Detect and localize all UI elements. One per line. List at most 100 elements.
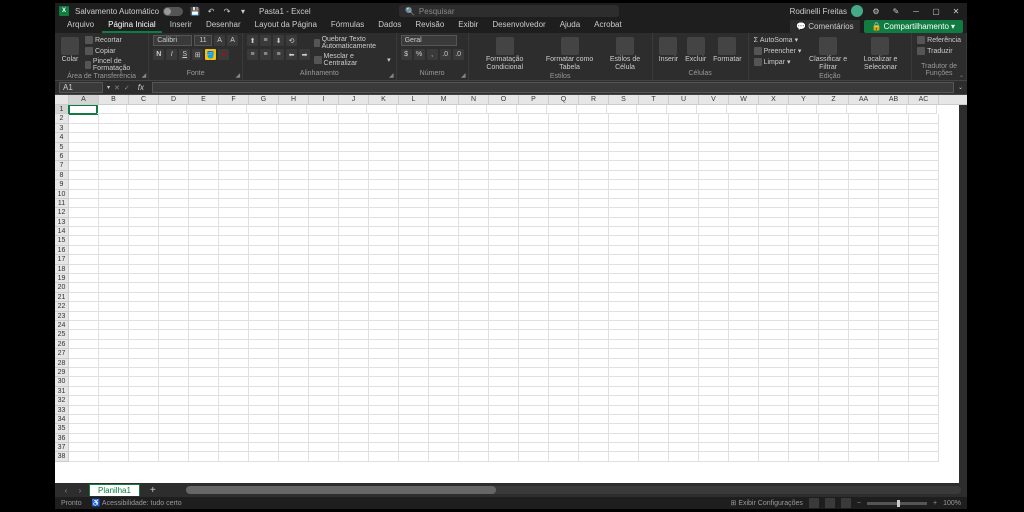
cell[interactable] — [339, 208, 369, 217]
cell[interactable] — [459, 161, 489, 170]
cell[interactable] — [99, 387, 129, 396]
align-middle-button[interactable]: ≡ — [260, 35, 271, 46]
column-header[interactable]: N — [459, 95, 489, 104]
cell[interactable] — [99, 312, 129, 321]
cell[interactable] — [549, 255, 579, 264]
cell[interactable] — [309, 443, 339, 452]
cell[interactable] — [789, 434, 819, 443]
tab-dados[interactable]: Dados — [372, 18, 407, 33]
italic-button[interactable]: I — [166, 49, 177, 60]
row-header[interactable]: 12 — [55, 208, 69, 217]
cell[interactable] — [399, 218, 429, 227]
cell[interactable] — [489, 236, 519, 245]
cell[interactable] — [849, 302, 879, 311]
cell[interactable] — [759, 227, 789, 236]
cell[interactable] — [189, 246, 219, 255]
cell[interactable] — [609, 218, 639, 227]
cell[interactable] — [339, 143, 369, 152]
cell[interactable] — [249, 227, 279, 236]
cell[interactable] — [489, 415, 519, 424]
row-header[interactable]: 19 — [55, 274, 69, 283]
cell[interactable] — [699, 452, 729, 461]
cell[interactable] — [429, 218, 459, 227]
cell[interactable] — [99, 330, 129, 339]
cell[interactable] — [639, 330, 669, 339]
cell[interactable] — [489, 368, 519, 377]
cell[interactable] — [849, 171, 879, 180]
cell[interactable] — [669, 452, 699, 461]
cell[interactable] — [189, 255, 219, 264]
cell[interactable] — [789, 255, 819, 264]
cell[interactable] — [339, 255, 369, 264]
row-header[interactable]: 28 — [55, 359, 69, 368]
cell[interactable] — [99, 161, 129, 170]
horizontal-scrollbar[interactable] — [186, 486, 961, 494]
cell[interactable] — [189, 218, 219, 227]
cell[interactable] — [309, 274, 339, 283]
cell[interactable] — [519, 246, 549, 255]
cell[interactable] — [429, 283, 459, 292]
cell[interactable] — [699, 368, 729, 377]
cell[interactable] — [519, 396, 549, 405]
cell[interactable] — [909, 340, 939, 349]
cell[interactable] — [669, 199, 699, 208]
cell[interactable] — [489, 321, 519, 330]
cell[interactable] — [639, 368, 669, 377]
cell[interactable] — [819, 171, 849, 180]
cell[interactable] — [819, 255, 849, 264]
cell[interactable] — [699, 321, 729, 330]
cell[interactable] — [69, 415, 99, 424]
cell[interactable] — [129, 161, 159, 170]
cell[interactable] — [429, 452, 459, 461]
cell[interactable] — [69, 124, 99, 133]
cell[interactable] — [909, 124, 939, 133]
cell[interactable] — [69, 133, 99, 142]
cell[interactable] — [249, 293, 279, 302]
cell[interactable] — [339, 199, 369, 208]
cell[interactable] — [429, 180, 459, 189]
cell[interactable] — [669, 114, 699, 123]
cell[interactable] — [429, 255, 459, 264]
cell[interactable] — [579, 190, 609, 199]
cell[interactable] — [249, 124, 279, 133]
cell[interactable] — [729, 293, 759, 302]
cell[interactable] — [489, 293, 519, 302]
cell[interactable] — [579, 368, 609, 377]
cell[interactable] — [669, 340, 699, 349]
cell[interactable] — [429, 293, 459, 302]
cell[interactable] — [129, 114, 159, 123]
cell[interactable] — [759, 199, 789, 208]
cell[interactable] — [159, 171, 189, 180]
row-header[interactable]: 35 — [55, 424, 69, 433]
cell[interactable] — [129, 293, 159, 302]
cell[interactable] — [609, 274, 639, 283]
cell[interactable] — [879, 133, 909, 142]
cell[interactable] — [729, 321, 759, 330]
cell[interactable] — [339, 312, 369, 321]
cell[interactable] — [279, 199, 309, 208]
cell[interactable] — [489, 274, 519, 283]
search-box[interactable]: 🔍 Pesquisar — [399, 5, 619, 17]
cell[interactable] — [369, 321, 399, 330]
cell[interactable] — [279, 190, 309, 199]
cell[interactable] — [789, 218, 819, 227]
sheet-nav-prev[interactable]: ‹ — [61, 486, 71, 495]
cell[interactable] — [667, 105, 697, 114]
cell[interactable] — [489, 283, 519, 292]
cell[interactable] — [909, 274, 939, 283]
border-button[interactable]: ⊞ — [192, 49, 203, 60]
align-top-button[interactable]: ⬆ — [247, 35, 258, 46]
cell[interactable] — [549, 415, 579, 424]
cell[interactable] — [429, 349, 459, 358]
row-header[interactable]: 26 — [55, 340, 69, 349]
cell[interactable] — [789, 180, 819, 189]
cell[interactable] — [909, 293, 939, 302]
autosave-toggle[interactable] — [163, 7, 183, 16]
cell[interactable] — [189, 133, 219, 142]
cell[interactable] — [69, 424, 99, 433]
cell[interactable] — [549, 171, 579, 180]
cell[interactable] — [489, 199, 519, 208]
column-header[interactable]: F — [219, 95, 249, 104]
cell[interactable] — [339, 293, 369, 302]
cell[interactable] — [279, 377, 309, 386]
